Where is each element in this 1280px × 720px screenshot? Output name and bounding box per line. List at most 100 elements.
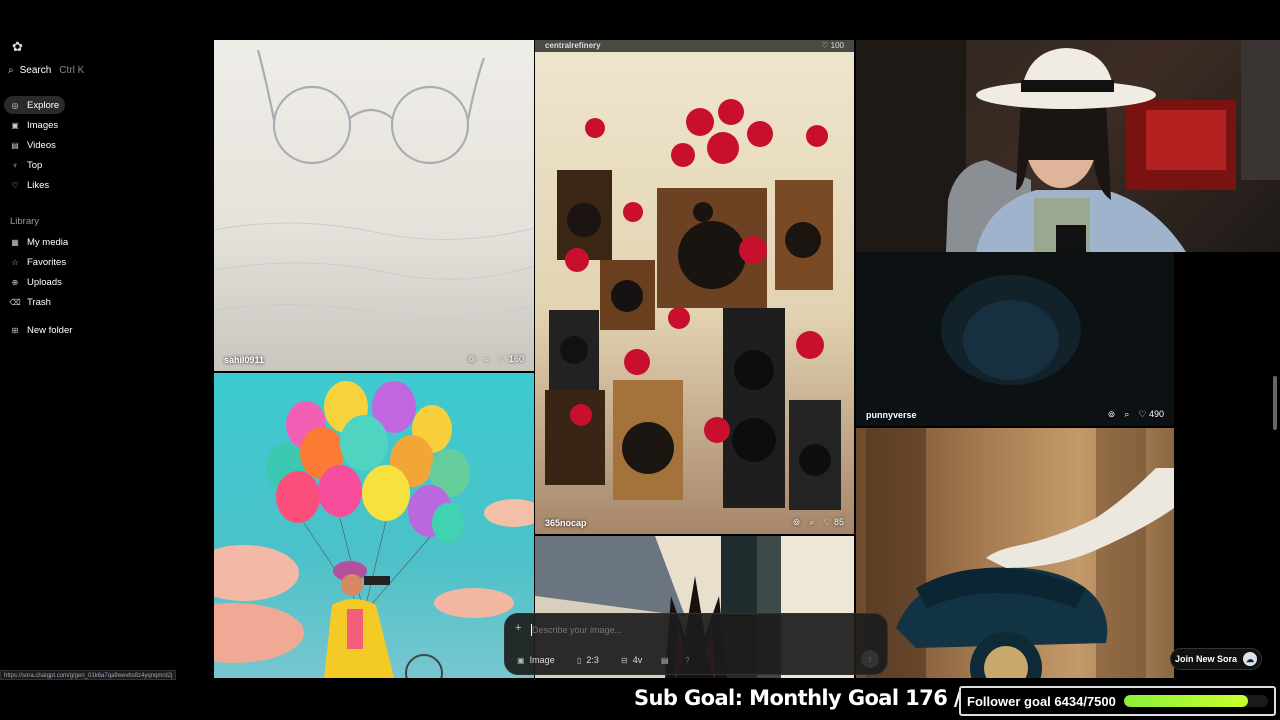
card-top-meta: centralrefinery ♡ 100	[535, 40, 854, 52]
feed-card-speaker-roses[interactable]: centralrefinery ♡ 100 365nocap ⊚ ⌕ ♡ 85	[535, 40, 854, 534]
heart-icon: ♡	[823, 517, 832, 527]
card-username[interactable]: centralrefinery	[545, 41, 601, 50]
like-button[interactable]: ♡ 490	[1138, 409, 1164, 420]
sora-cloud-icon: ☁	[1243, 652, 1257, 666]
like-count: 85	[833, 517, 844, 527]
search-button[interactable]: ⌕ Search Ctrl K	[8, 60, 84, 80]
remix-icon[interactable]: ⊚	[1108, 409, 1116, 420]
library-heading: Library	[10, 216, 40, 227]
compass-icon: ◎	[11, 100, 19, 110]
feed-card-balloons[interactable]	[214, 373, 534, 678]
variations-icon: ⊟	[621, 655, 628, 665]
library-uploads-label: Uploads	[27, 276, 62, 288]
nav-likes[interactable]: ♡ Likes	[4, 176, 55, 194]
water-glasses-image	[214, 49, 534, 319]
new-folder-label: New folder	[27, 324, 73, 336]
nav-images-label: Images	[27, 119, 59, 131]
add-attachment-icon[interactable]: +	[515, 622, 521, 634]
card-meta: 365nocap ⊚ ⌕ ♡ 85	[545, 517, 844, 528]
join-label: Join New Sora	[1174, 654, 1237, 664]
sub-goal-overlay: Sub Goal: Monthly Goal 176 / 180	[634, 686, 1010, 710]
page-scrollbar[interactable]	[1273, 376, 1277, 430]
nav-likes-label: Likes	[27, 179, 50, 191]
follower-progress-bar	[1123, 695, 1268, 707]
heart-icon: ♡	[1138, 409, 1147, 419]
library-trash-label: Trash	[27, 296, 51, 308]
new-folder-button[interactable]: ⊞ New folder	[4, 321, 78, 339]
image-icon: ▣	[11, 120, 19, 130]
nav-top[interactable]: ♆ Top	[4, 156, 48, 174]
like-button[interactable]: ♡ 85	[823, 517, 844, 528]
media-type-label: Image	[529, 655, 555, 665]
nav-videos[interactable]: ▤ Videos	[4, 136, 62, 154]
follower-goal-overlay: Follower goal 6434/7500	[959, 686, 1276, 716]
heart-icon: ♡	[498, 354, 507, 364]
aspect-ratio-button[interactable]: ▯ 2:3	[577, 653, 599, 667]
remix-icon[interactable]: ⊚	[468, 354, 476, 365]
folder-plus-icon: ⊞	[11, 325, 19, 335]
library-my-media[interactable]: ▦ My media	[4, 233, 74, 251]
like-count: 160	[508, 354, 524, 364]
library-my-media-label: My media	[27, 236, 69, 248]
feed-card-water-glasses[interactable]: sahil0911 ⊚ ⌕ ♡ 160	[214, 40, 534, 371]
zoom-icon[interactable]: ⌕	[809, 517, 814, 528]
nav-images[interactable]: ▣ Images	[4, 116, 64, 134]
card-username[interactable]: 365nocap	[545, 518, 587, 528]
heart-icon: ♡	[821, 41, 829, 50]
prompt-input[interactable]: Describe your image...	[532, 625, 622, 635]
media-type-button[interactable]: ▣ Image	[517, 653, 555, 667]
trash-icon: ⌫	[9, 297, 21, 307]
card-meta: punnyverse ⊚ ⌕ ♡ 490	[866, 409, 1164, 420]
balloons-image	[214, 381, 534, 678]
nav-explore-label: Explore	[27, 99, 60, 111]
preset-icon: ▤	[661, 655, 669, 665]
star-icon: ☆	[11, 257, 19, 267]
follower-progress-fill	[1123, 695, 1248, 707]
search-label: Search	[19, 64, 52, 76]
aspect-ratio-icon: ▯	[577, 655, 582, 665]
link-status-url: https://sora.chatgpt.com/g/gen_01k6a7qa9…	[0, 670, 177, 680]
preset-button[interactable]: ▤	[661, 653, 669, 667]
help-button[interactable]: ?	[685, 653, 689, 667]
like-button[interactable]: ♡ 100	[821, 41, 844, 50]
image-icon: ▣	[517, 655, 525, 665]
card-username[interactable]: sahil0911	[224, 355, 264, 365]
sidebar: ✿ ⌕ Search Ctrl K ◎ Explore ▣ Images ▤ V…	[0, 40, 200, 680]
like-count: 490	[1148, 409, 1164, 419]
send-button[interactable]: ↑	[861, 650, 879, 668]
library-favorites-label: Favorites	[27, 256, 67, 268]
nav-videos-label: Videos	[27, 139, 56, 151]
prompt-composer: + Describe your image... ▣ Image ▯ 2:3 ⊟…	[504, 613, 888, 675]
streamer-webcam-image	[856, 40, 1280, 252]
speaker-roses-image	[545, 99, 841, 510]
nav-top-label: Top	[27, 159, 43, 171]
zoom-icon[interactable]: ⌕	[484, 354, 489, 365]
library-uploads[interactable]: ⊕ Uploads	[4, 273, 68, 291]
library-favorites[interactable]: ☆ Favorites	[4, 253, 72, 271]
trophy-icon: ♆	[12, 160, 18, 170]
follower-goal-text: Follower goal 6434/7500	[967, 693, 1116, 709]
video-icon: ▤	[11, 140, 19, 150]
variations-label: 4v	[632, 655, 643, 665]
aspect-ratio-label: 2:3	[586, 655, 599, 665]
remix-icon[interactable]: ⊚	[793, 517, 801, 528]
help-icon: ?	[685, 655, 690, 665]
like-button[interactable]: ♡ 160	[498, 354, 524, 365]
search-icon: ⌕	[8, 64, 14, 76]
grid-icon: ▦	[11, 237, 19, 247]
vintage-telephone-image	[866, 428, 1174, 678]
arrow-up-icon: ↑	[867, 654, 873, 664]
sora-logo-icon[interactable]: ✿	[12, 40, 26, 54]
card-meta: sahil0911 ⊚ ⌕ ♡ 160	[224, 354, 524, 365]
like-count: 100	[830, 41, 844, 50]
variations-button[interactable]: ⊟ 4v	[621, 653, 642, 667]
card-username[interactable]: punnyverse	[866, 410, 917, 420]
library-trash[interactable]: ⌫ Trash	[4, 293, 57, 311]
streamer-webcam	[856, 40, 1280, 252]
join-new-sora-button[interactable]: Join New Sora ☁	[1170, 648, 1262, 670]
upload-icon: ⊕	[11, 277, 19, 287]
feed-card-vintage-telephone[interactable]	[856, 428, 1174, 678]
zoom-icon[interactable]: ⌕	[1124, 409, 1129, 420]
nav-explore[interactable]: ◎ Explore	[4, 96, 66, 114]
heart-icon: ♡	[11, 180, 19, 190]
